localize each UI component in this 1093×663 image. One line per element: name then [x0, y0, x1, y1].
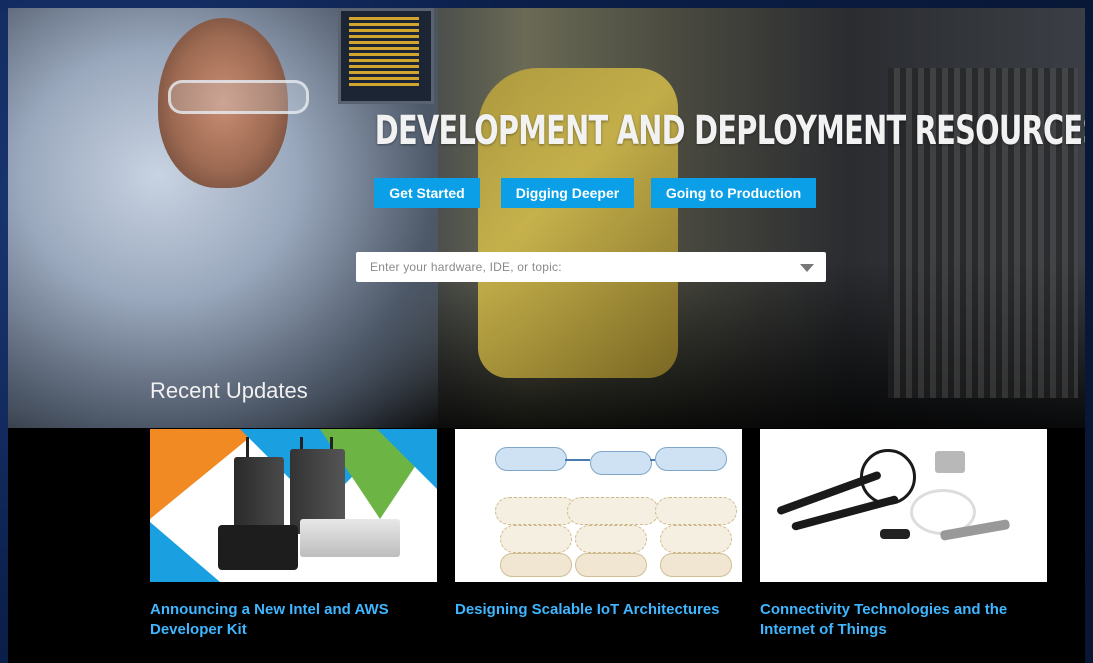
page: DEVELOPMENT AND DEPLOYMENT RESOURCES Get…	[8, 8, 1085, 663]
recent-update-card[interactable]: Designing Scalable IoT Architectures	[455, 429, 742, 620]
recent-update-card[interactable]: Announcing a New Intel and AWS Developer…	[150, 429, 437, 640]
connectivity-thumbnail[interactable]	[760, 429, 1047, 582]
recent-updates-heading: Recent Updates	[150, 378, 308, 403]
hero-banner	[8, 8, 1085, 428]
safety-glasses-graphic	[168, 80, 309, 114]
going-to-production-button[interactable]: Going to Production	[651, 178, 816, 208]
search-placeholder: Enter your hardware, IDE, or topic:	[370, 260, 562, 274]
chevron-down-icon[interactable]	[800, 264, 814, 272]
topic-search-select[interactable]: Enter your hardware, IDE, or topic:	[356, 252, 826, 282]
recent-update-card[interactable]: Connectivity Technologies and the Intern…	[760, 429, 1047, 640]
iot-architecture-thumbnail[interactable]	[455, 429, 742, 582]
recent-update-title[interactable]: Announcing a New Intel and AWS Developer…	[150, 600, 437, 640]
digging-deeper-button[interactable]: Digging Deeper	[501, 178, 634, 208]
hero-monitor-graphic	[338, 8, 434, 104]
recent-update-title[interactable]: Designing Scalable IoT Architectures	[455, 600, 742, 620]
dev-kit-thumbnail[interactable]	[150, 429, 437, 582]
get-started-button[interactable]: Get Started	[374, 178, 480, 208]
recent-update-title[interactable]: Connectivity Technologies and the Intern…	[760, 600, 1047, 640]
page-title: DEVELOPMENT AND DEPLOYMENT RESOURCES	[374, 108, 1085, 154]
